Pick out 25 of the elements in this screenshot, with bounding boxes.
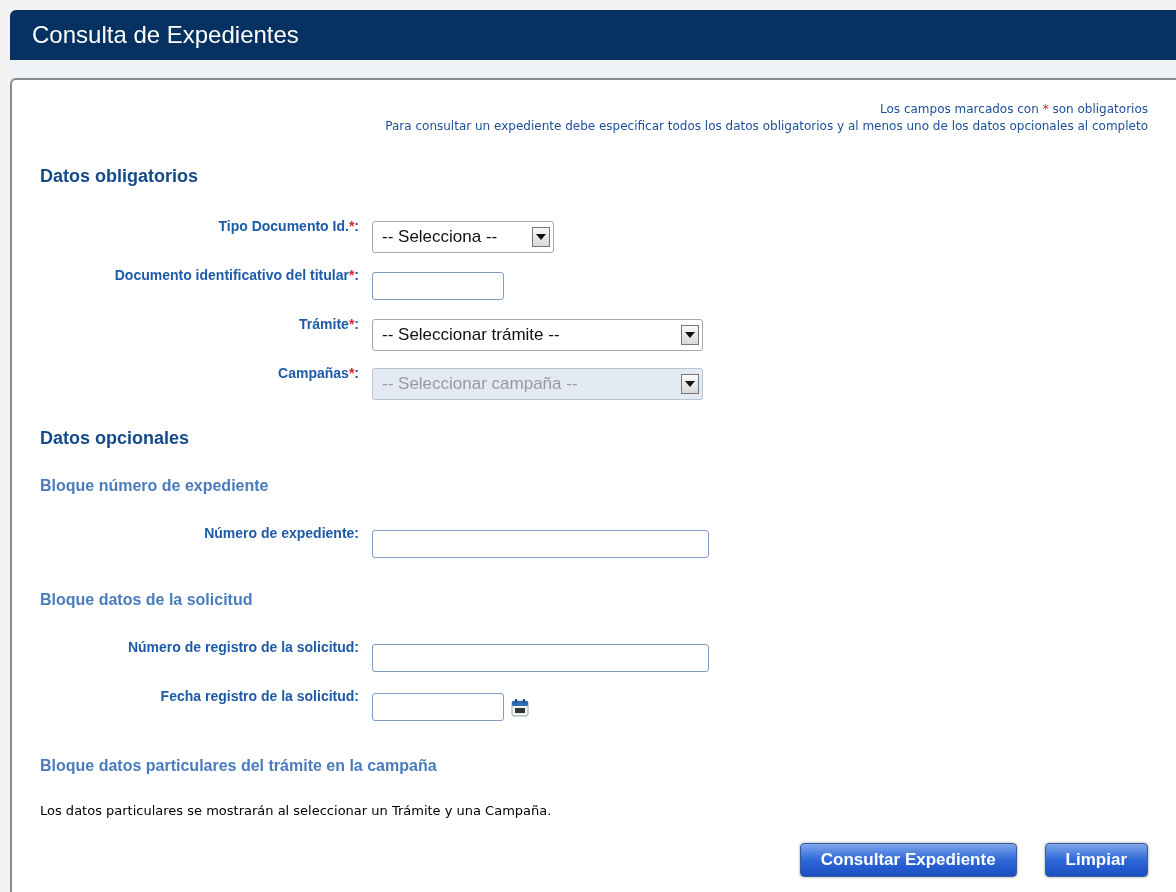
info-text: Los datos particulares se mostrarán al seleccionar un Trámite y una Campaña. (40, 803, 553, 818)
field-label: Campañas*: (278, 364, 359, 381)
page-title: Consulta de Expedientes (32, 21, 299, 49)
calendar-icon[interactable] (510, 696, 530, 717)
field-label: Tipo Documento Id.*: (218, 217, 359, 234)
block-heading: Bloque número de expediente (40, 477, 270, 495)
dropdown-field[interactable]: -- Selecciona -- (372, 220, 554, 253)
info-note: Para consultar un expediente debe especificar todos los datos obligatorios y al menos uno de los datos opcionales al completo (385, 119, 1148, 133)
block-heading: Bloque datos particulares del trámite en la campaña (40, 757, 438, 775)
field-label: Número de expediente: (204, 524, 359, 541)
input-field[interactable] (372, 529, 709, 558)
field-label: Documento identificativo del titular*: (114, 266, 359, 283)
input-field[interactable] (372, 643, 709, 672)
date-field[interactable] (372, 692, 504, 721)
section-heading: Datos obligatorios (40, 166, 199, 187)
section-heading: Datos opcionales (40, 428, 191, 449)
dropdown-field[interactable]: -- Seleccionar trámite -- (372, 318, 703, 351)
field-label: Trámite*: (299, 315, 359, 332)
block-heading: Bloque datos de la solicitud (40, 591, 254, 609)
field-label: Número de registro de la solicitud: (127, 638, 359, 655)
action-button[interactable]: Limpiar (1044, 843, 1148, 877)
field-label: Fecha registro de la solicitud: (160, 687, 359, 704)
input-field[interactable] (372, 271, 504, 300)
info-note: Los campos marcados con * son obligatorios (880, 102, 1148, 116)
action-button[interactable]: Consultar Expediente (799, 843, 1017, 877)
